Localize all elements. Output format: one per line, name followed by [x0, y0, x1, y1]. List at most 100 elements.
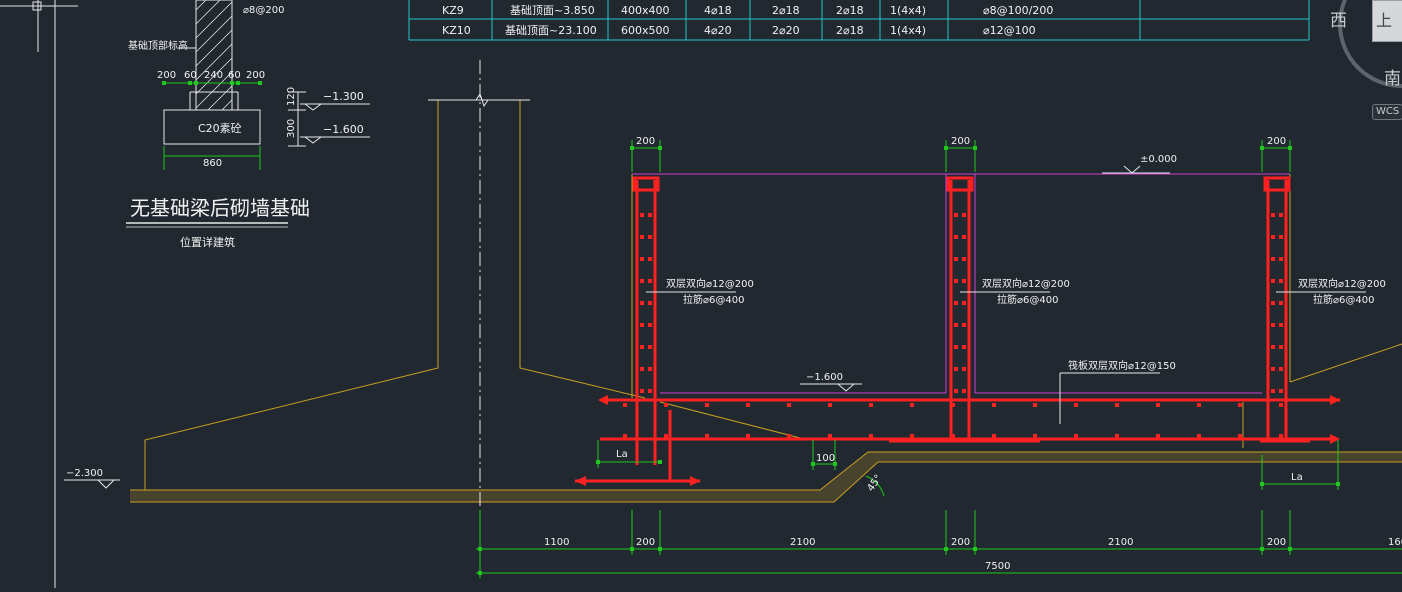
- rebar-dot: [1156, 434, 1160, 438]
- table-cell-section: 600x500: [621, 24, 670, 37]
- rebar-dot: [1271, 389, 1275, 393]
- rebar-dot: [954, 323, 958, 327]
- dim-300: 300: [286, 119, 297, 138]
- compass-south[interactable]: 南: [1384, 64, 1401, 89]
- rebar-dot: [1279, 257, 1283, 261]
- rebar-dot: [648, 345, 652, 349]
- rebar-dot: [1115, 403, 1119, 407]
- rebar-dot: [962, 213, 966, 217]
- dim-240: 240: [204, 70, 223, 81]
- wall-rebar-note-1b: 双层双向⌀12@200: [982, 277, 1070, 290]
- col-width-2: 200: [951, 136, 970, 147]
- rebar-dot: [1271, 279, 1275, 283]
- table-cell-b-side: 2⌀18: [772, 4, 800, 17]
- dim-100: 100: [816, 453, 835, 464]
- table-cell-id: KZ9: [442, 4, 464, 17]
- rebar: [575, 176, 1340, 483]
- rebar-dot: [910, 434, 914, 438]
- elev-2300: −2.300: [66, 468, 103, 479]
- dim-200-right: 200: [246, 70, 265, 81]
- drawing-canvas[interactable]: KZ9 基础顶面~3.850 400x400 4⌀18 2⌀18 2⌀18 1(…: [0, 0, 1402, 588]
- rebar-dot: [623, 434, 627, 438]
- rebar-dot: [1271, 257, 1275, 261]
- table-cell-top: 基础顶面~23.100: [505, 24, 597, 37]
- rebar-dot: [828, 403, 832, 407]
- rebar-dot: [954, 257, 958, 261]
- rebar-dot: [746, 403, 750, 407]
- rebar-dot: [1279, 279, 1283, 283]
- outline-geometry: [144, 100, 1402, 490]
- viewcube[interactable]: 上 西 南 WCS: [1322, 0, 1402, 125]
- rebar-dot: [962, 389, 966, 393]
- rebar-dot: [954, 389, 958, 393]
- rebar-dot: [640, 235, 644, 239]
- slab-rebar-note: 筏板双层双向⌀12@150: [1068, 359, 1176, 372]
- rebar-dot: [648, 235, 652, 239]
- table-cell-hoop: ⌀12@100: [983, 24, 1036, 37]
- cad-drawing-viewport[interactable]: KZ9 基础顶面~3.850 400x400 4⌀18 2⌀18 2⌀18 1(…: [0, 0, 1402, 588]
- rebar-dot: [1197, 403, 1201, 407]
- wall-label: 基础顶部标高: [128, 39, 188, 52]
- rebar-dot: [954, 279, 958, 283]
- rebar-dot: [992, 434, 996, 438]
- bottom-dim-200-b: 200: [951, 537, 970, 548]
- bottom-dim-2100-a: 2100: [790, 537, 815, 548]
- rebar-dot: [640, 301, 644, 305]
- wcs-menu-button[interactable]: WCS: [1372, 104, 1402, 120]
- rebar-dot: [1074, 434, 1078, 438]
- ground-soil: [130, 451, 1402, 503]
- rebar-dot: [648, 323, 652, 327]
- table-cell-corner: 4⌀20: [704, 24, 732, 37]
- viewcube-top-face[interactable]: 上: [1372, 0, 1402, 42]
- rebar-dot: [623, 403, 627, 407]
- rebar-dot: [1279, 367, 1283, 371]
- table-cell-hoop-type: 1(4x4): [890, 4, 926, 17]
- table-cell-b-side: 2⌀20: [772, 24, 800, 37]
- table-cell-h-side: 2⌀18: [836, 4, 864, 17]
- wall-rebar-note-2b: 拉筋⌀6@400: [997, 293, 1058, 306]
- rebar-dot: [954, 367, 958, 371]
- bottom-dim-160: 160: [1388, 537, 1402, 548]
- rebar-dot: [1279, 389, 1283, 393]
- table-cell-top: 基础顶面~3.850: [510, 4, 595, 17]
- table-cell-hoop-type: 1(4x4): [890, 24, 926, 37]
- dimension-lines: [476, 140, 1402, 578]
- rebar-dot: [869, 434, 873, 438]
- rebar-dot: [962, 301, 966, 305]
- compass-west[interactable]: 西: [1330, 6, 1347, 31]
- rebar-dot: [1074, 403, 1078, 407]
- rebar-dot: [1279, 301, 1283, 305]
- rebar-dot: [640, 367, 644, 371]
- dim-60-left: 60: [184, 70, 197, 81]
- rebar-dot: [787, 434, 791, 438]
- rebar-dot: [640, 345, 644, 349]
- rebar-dot: [1279, 323, 1283, 327]
- rebar-dot: [1271, 301, 1275, 305]
- table-cell-corner: 4⌀18: [704, 4, 732, 17]
- detail-subtitle: 位置详建筑: [180, 235, 235, 249]
- wall-rebar-note-1c: 双层双向⌀12@200: [1298, 277, 1386, 290]
- la-right: La: [1291, 472, 1303, 483]
- bottom-dim-1100: 1100: [544, 537, 569, 548]
- detail-title: 无基础梁后砌墙基础: [130, 196, 310, 220]
- table-cell-id: KZ10: [442, 24, 471, 37]
- rebar-dot: [951, 403, 955, 407]
- wall-foundation-detail: C20素砼 ⌀8@200 基础顶部标高 200 60 240 60 200 86…: [126, 0, 370, 249]
- la-left: La: [616, 449, 628, 460]
- bottom-dim-2100-b: 2100: [1108, 537, 1133, 548]
- rebar-dot: [648, 367, 652, 371]
- elev-1600-detail: −1.600: [323, 123, 364, 136]
- rebar-dot: [705, 403, 709, 407]
- rebar-dot: [828, 434, 832, 438]
- rebar-dot: [962, 279, 966, 283]
- crosshair-cursor: [0, 0, 78, 52]
- bottom-dim-200-c: 200: [1267, 537, 1286, 548]
- rebar-dot: [954, 213, 958, 217]
- rebar-dot: [1115, 434, 1119, 438]
- table-cell-hoop: ⌀8@100/200: [983, 4, 1053, 17]
- elev-1600: −1.600: [806, 372, 843, 383]
- rebar-dot: [746, 434, 750, 438]
- top-rebar-note: ⌀8@200: [243, 5, 284, 16]
- rebar-dot: [1271, 235, 1275, 239]
- top-face-label: 上: [1376, 11, 1393, 30]
